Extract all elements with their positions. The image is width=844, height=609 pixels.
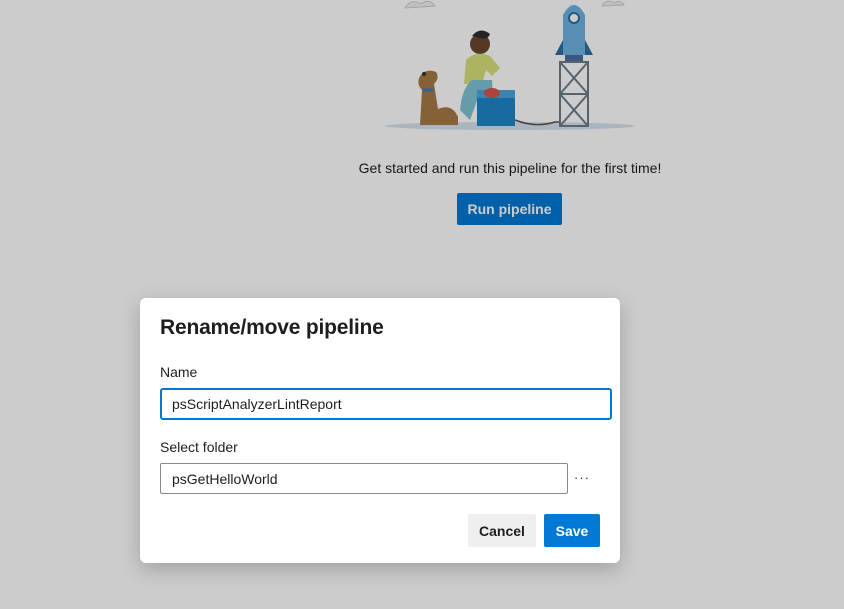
select-folder-label: Select folder [160,439,238,455]
folder-input[interactable] [160,463,568,494]
pipeline-name-input[interactable] [160,388,612,420]
save-button[interactable]: Save [544,514,600,547]
dialog-title: Rename/move pipeline [160,316,384,339]
cancel-button[interactable]: Cancel [468,514,536,547]
rename-move-dialog: Rename/move pipeline Name Select folder … [140,298,620,563]
name-label: Name [160,364,198,380]
browse-folder-button[interactable]: ··· [570,466,594,488]
